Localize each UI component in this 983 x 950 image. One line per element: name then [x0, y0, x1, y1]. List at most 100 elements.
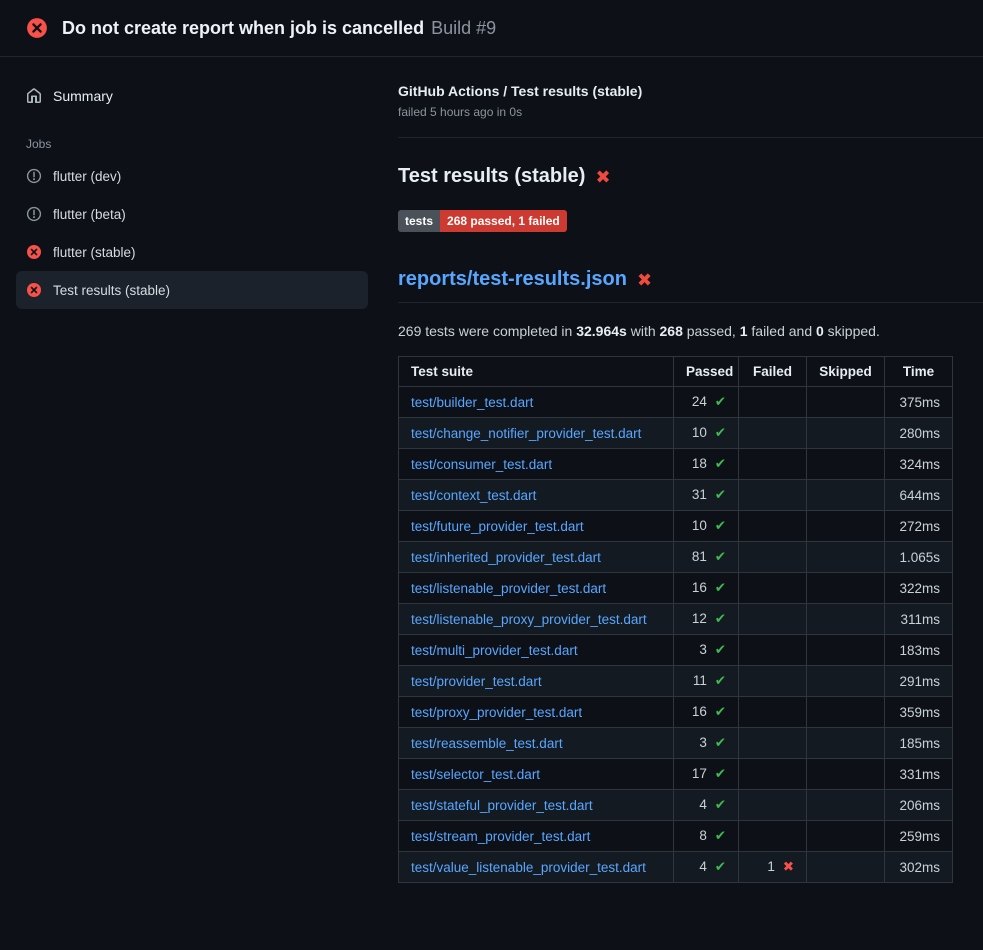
test-suite-link[interactable]: test/builder_test.dart — [411, 395, 533, 410]
table-row: test/multi_provider_test.dart3 ✔183ms — [399, 635, 953, 666]
x-icon: ✖ — [783, 859, 794, 874]
summary-passed-count: 268 — [660, 323, 683, 339]
sidebar: Summary Jobs flutter (dev) flutter (beta… — [0, 57, 384, 331]
passed-cell: 18 ✔ — [674, 449, 739, 480]
check-icon: ✔ — [715, 797, 726, 812]
skipped-cell — [807, 697, 885, 728]
passed-cell: 12 ✔ — [674, 604, 739, 635]
test-results-table: Test suite Passed Failed Skipped Time te… — [398, 356, 953, 883]
table-row: test/consumer_test.dart 18 ✔ 324ms — [399, 449, 953, 480]
time-cell: 359ms — [885, 697, 953, 728]
test-suite-cell: test/selector_test.dart — [399, 759, 674, 790]
check-icon: ✔ — [715, 425, 726, 440]
time-cell: 291ms — [885, 666, 953, 697]
sidebar-item-test-results-stable[interactable]: Test results (stable) — [16, 271, 368, 309]
skipped-cell — [807, 387, 885, 418]
sidebar-summary-label: Summary — [53, 88, 113, 104]
failed-cell — [739, 387, 807, 418]
skipped-cell — [807, 821, 885, 852]
time-cell: 324ms — [885, 449, 953, 480]
jobs-section-label: Jobs — [16, 137, 368, 151]
test-suite-cell: test/stream_provider_test.dart — [399, 821, 674, 852]
table-row: test/provider_test.dart11 ✔291ms — [399, 666, 953, 697]
breadcrumb: GitHub Actions / Test results (stable) — [398, 83, 983, 99]
skipped-cell — [807, 511, 885, 542]
report-file-link[interactable]: reports/test-results.json — [398, 268, 627, 291]
passed-cell: 17 ✔ — [674, 759, 739, 790]
test-suite-cell: test/value_listenable_provider_test.dart — [399, 852, 674, 883]
divider — [398, 137, 983, 138]
skipped-cell — [807, 418, 885, 449]
test-suite-cell: test/proxy_provider_test.dart — [399, 697, 674, 728]
passed-cell: 16 ✔ — [674, 573, 739, 604]
home-icon — [26, 88, 42, 104]
table-row: test/future_provider_test.dart10 ✔272ms — [399, 511, 953, 542]
table-row: test/listenable_proxy_provider_test.dart… — [399, 604, 953, 635]
summary-text: skipped. — [824, 323, 880, 339]
badge-value: 268 passed, 1 failed — [440, 210, 567, 232]
build-header: Do not create report when job is cancell… — [0, 0, 983, 57]
jobs-list: flutter (dev) flutter (beta) flutter (st… — [16, 157, 368, 309]
test-suite-cell: test/consumer_test.dart — [399, 449, 674, 480]
sidebar-item-summary[interactable]: Summary — [16, 79, 368, 113]
skipped-cell — [807, 542, 885, 573]
failed-cell: 1 ✖ — [739, 852, 807, 883]
check-icon: ✔ — [715, 549, 726, 564]
test-suite-link[interactable]: test/change_notifier_provider_test.dart — [411, 426, 641, 441]
test-suite-cell: test/future_provider_test.dart — [399, 511, 674, 542]
check-icon: ✔ — [715, 456, 726, 471]
failed-cell — [739, 759, 807, 790]
summary-text: passed, — [683, 323, 740, 339]
test-suite-link[interactable]: test/consumer_test.dart — [411, 457, 552, 472]
test-suite-link[interactable]: test/inherited_provider_test.dart — [411, 550, 601, 565]
time-cell: 272ms — [885, 511, 953, 542]
sidebar-item-flutter-dev[interactable]: flutter (dev) — [16, 157, 368, 195]
passed-cell: 24 ✔ — [674, 387, 739, 418]
summary-text: failed and — [748, 323, 817, 339]
sidebar-item-flutter-beta[interactable]: flutter (beta) — [16, 195, 368, 233]
check-icon: ✔ — [715, 735, 726, 750]
test-suite-link[interactable]: test/listenable_proxy_provider_test.dart — [411, 612, 647, 627]
test-suite-link[interactable]: test/future_provider_test.dart — [411, 519, 584, 534]
test-suite-link[interactable]: test/selector_test.dart — [411, 767, 540, 782]
skipped-cell — [807, 573, 885, 604]
summary-failed-count: 1 — [740, 323, 748, 339]
column-header-failed: Failed — [739, 357, 807, 387]
test-suite-link[interactable]: test/reassemble_test.dart — [411, 736, 563, 751]
table-row: test/selector_test.dart17 ✔331ms — [399, 759, 953, 790]
summary-line: 269 tests were completed in 32.964s with… — [398, 323, 983, 339]
test-suite-link[interactable]: test/provider_test.dart — [411, 674, 542, 689]
test-suite-cell: test/reassemble_test.dart — [399, 728, 674, 759]
failed-cell — [739, 573, 807, 604]
test-suite-link[interactable]: test/stream_provider_test.dart — [411, 829, 590, 844]
test-suite-link[interactable]: test/value_listenable_provider_test.dart — [411, 860, 646, 875]
test-suite-link[interactable]: test/context_test.dart — [411, 488, 536, 503]
failed-status-icon — [26, 17, 48, 39]
time-cell: 302ms — [885, 852, 953, 883]
skipped-cell — [807, 852, 885, 883]
table-header-row: Test suite Passed Failed Skipped Time — [399, 357, 953, 387]
report-heading: reports/test-results.json ✖ — [398, 268, 983, 303]
time-cell: 311ms — [885, 604, 953, 635]
passed-cell: 3 ✔ — [674, 635, 739, 666]
sidebar-item-flutter-stable[interactable]: flutter (stable) — [16, 233, 368, 271]
test-suite-link[interactable]: test/proxy_provider_test.dart — [411, 705, 582, 720]
passed-cell: 3 ✔ — [674, 728, 739, 759]
test-suite-link[interactable]: test/stateful_provider_test.dart — [411, 798, 593, 813]
passed-cell: 8 ✔ — [674, 821, 739, 852]
failed-cell — [739, 821, 807, 852]
cross-mark-icon: ✖ — [637, 271, 652, 289]
skipped-cell — [807, 480, 885, 511]
test-suite-link[interactable]: test/listenable_provider_test.dart — [411, 581, 606, 596]
failed-cell — [739, 697, 807, 728]
check-icon: ✔ — [715, 828, 726, 843]
table-row: test/value_listenable_provider_test.dart… — [399, 852, 953, 883]
skipped-cell — [807, 604, 885, 635]
test-suite-cell: test/change_notifier_provider_test.dart — [399, 418, 674, 449]
failed-cell — [739, 666, 807, 697]
test-suite-link[interactable]: test/multi_provider_test.dart — [411, 643, 578, 658]
test-suite-cell: test/stateful_provider_test.dart — [399, 790, 674, 821]
section-title: Test results (stable) ✖ — [398, 165, 983, 188]
column-header-time: Time — [885, 357, 953, 387]
table-row: test/proxy_provider_test.dart16 ✔359ms — [399, 697, 953, 728]
